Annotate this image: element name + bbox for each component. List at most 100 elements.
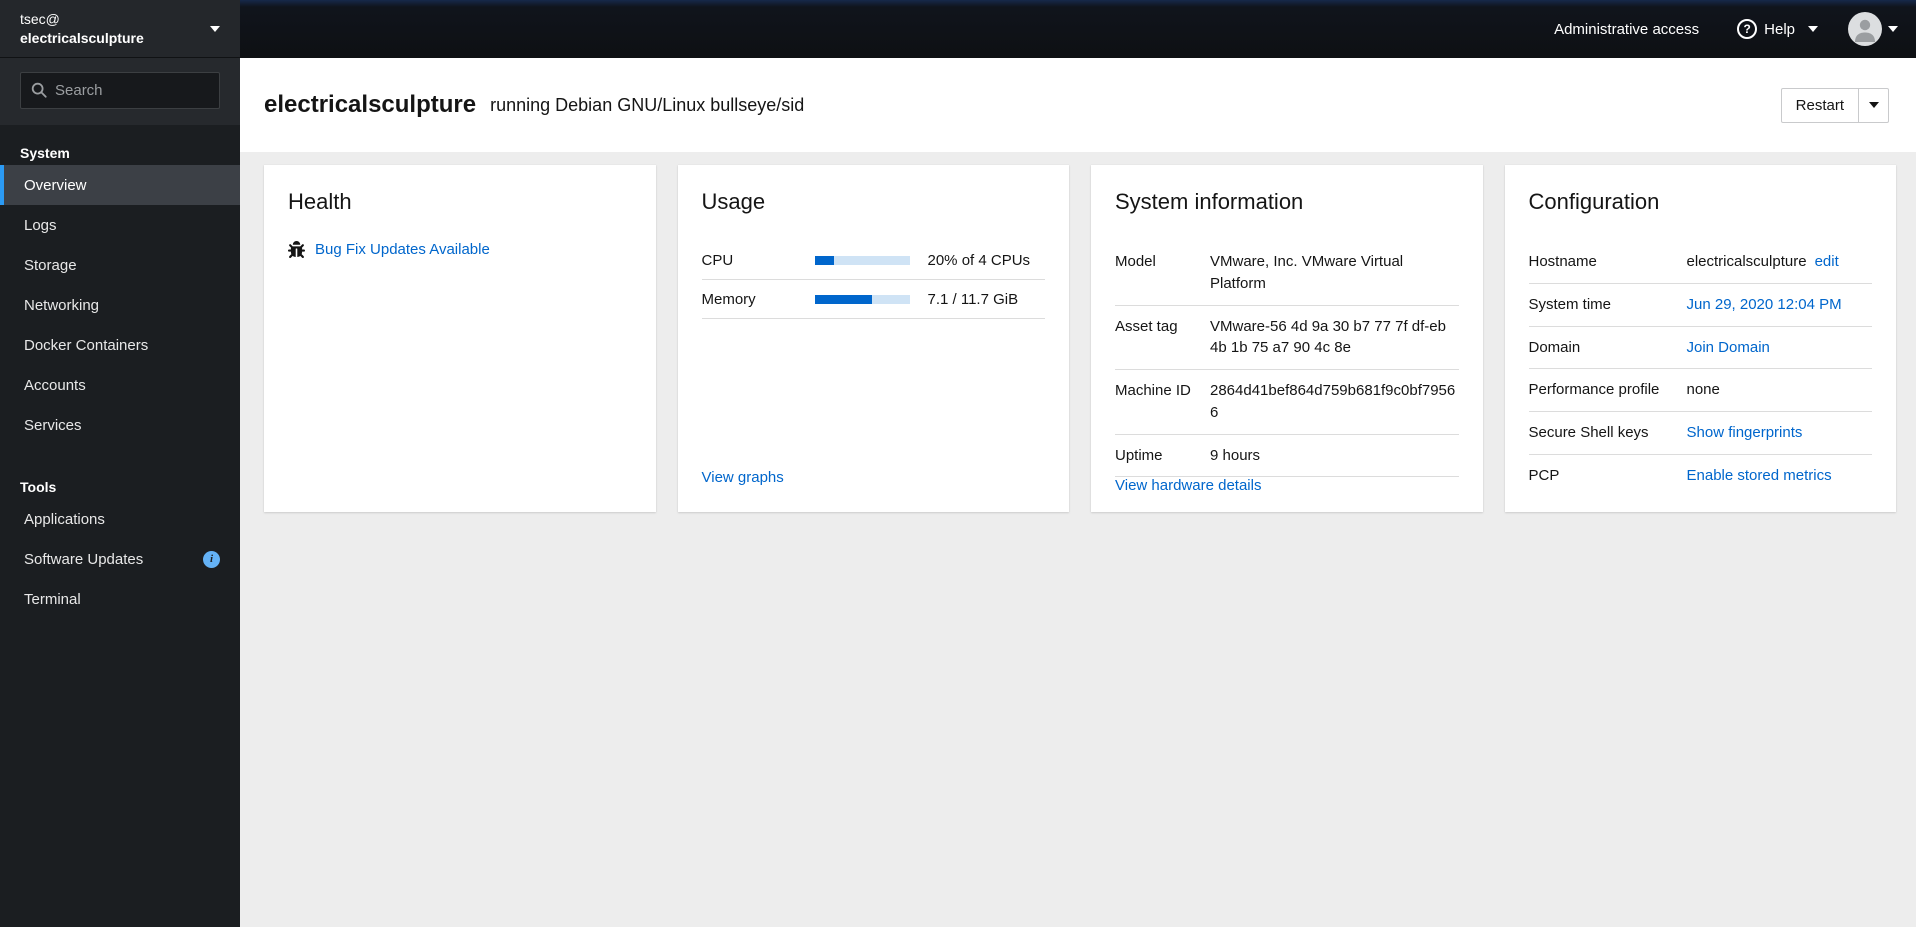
cpu-progress-bar <box>814 255 910 265</box>
view-graphs-link[interactable]: View graphs <box>702 469 784 486</box>
system-information-card: System information Model VMware, Inc. VM… <box>1091 165 1483 512</box>
model-label: Model <box>1115 253 1156 270</box>
masthead: Administrative access ? Help <box>240 0 1916 58</box>
model-value: VMware, Inc. VMware Virtual Platform <box>1210 253 1404 292</box>
sidebar-item-label: Overview <box>24 176 87 194</box>
system-time-link[interactable]: Jun 29, 2020 12:04 PM <box>1687 296 1842 313</box>
memory-usage-row: Memory 7.1 / 11.7 GiB <box>701 280 1045 319</box>
host-switcher-host: electricalsculpture <box>20 29 144 46</box>
bug-fix-updates-link[interactable]: Bug Fix Updates Available <box>315 241 490 258</box>
sidebar-item-label: Applications <box>24 510 105 528</box>
sidebar-item-label: Docker Containers <box>24 336 149 354</box>
usage-card: Usage CPU 20% of 4 CPUs Memory 7.1 / 11.… <box>677 165 1069 512</box>
system-time-label: System time <box>1528 295 1612 313</box>
memory-usage-value: 7.1 / 11.7 GiB <box>927 290 1019 308</box>
performance-profile-label: Performance profile <box>1528 381 1660 399</box>
secure-shell-keys-row: Secure Shell keys Show fingerprints <box>1528 412 1872 455</box>
nav-heading-tools: Tools <box>20 479 57 495</box>
sidebar-item-docker-containers[interactable]: Docker Containers <box>0 325 240 365</box>
nav-section-system: System Overview Logs Storage Networking … <box>0 139 240 445</box>
card-title: Configuration <box>1528 189 1660 214</box>
restart-button[interactable]: Restart <box>1782 89 1858 122</box>
help-icon: ? <box>1737 19 1758 39</box>
card-title: Usage <box>701 189 766 214</box>
search-icon <box>31 82 47 98</box>
user-menu[interactable] <box>1848 12 1898 46</box>
administrative-access-button[interactable]: Administrative access <box>1544 15 1709 44</box>
sidebar-item-label: Logs <box>24 216 57 234</box>
machine-id-row: Machine ID 2864d41bef864d759b681f9c0bf79… <box>1115 370 1459 435</box>
sidebar-item-software-updates[interactable]: Software Updates i <box>0 539 240 579</box>
chevron-down-icon <box>1808 26 1818 32</box>
sidebar-item-terminal[interactable]: Terminal <box>0 579 240 619</box>
sidebar-item-services[interactable]: Services <box>0 405 240 445</box>
asset-tag-value: VMware-56 4d 9a 30 b7 77 7f df-eb 4b 1b … <box>1210 317 1446 357</box>
chevron-down-icon <box>210 25 220 32</box>
sidebar-item-label: Storage <box>24 256 77 274</box>
domain-label: Domain <box>1528 338 1581 356</box>
configuration-card: Configuration Hostname electricalsculptu… <box>1504 165 1896 512</box>
search-input[interactable] <box>20 72 220 109</box>
sidebar-item-label: Software Updates <box>24 550 144 568</box>
nav-section-tools: Tools Applications Software Updates i Te… <box>0 473 240 619</box>
pcp-label: PCP <box>1528 466 1560 484</box>
uptime-value: 9 hours <box>1210 446 1261 464</box>
restart-split-button: Restart <box>1780 87 1889 123</box>
domain-row: Domain Join Domain <box>1528 327 1872 370</box>
os-subtitle: running Debian GNU/Linux bullseye/sid <box>490 94 805 115</box>
system-time-row: System time Jun 29, 2020 12:04 PM <box>1528 284 1872 327</box>
health-card: Health Bug Fix Updates Available <box>264 165 656 512</box>
hostname-row: Hostname electricalsculpture edit <box>1528 241 1872 284</box>
cpu-usage-row: CPU 20% of 4 CPUs <box>701 241 1045 280</box>
host-switcher[interactable]: tsec@ electricalsculpture <box>0 0 240 58</box>
user-silhouette-icon <box>1855 19 1875 42</box>
pcp-row: PCP Enable stored metrics <box>1529 455 1873 497</box>
asset-tag-label: Asset tag <box>1115 317 1178 335</box>
card-title: System information <box>1115 189 1304 214</box>
chevron-down-icon <box>1888 26 1898 32</box>
sidebar-item-networking[interactable]: Networking <box>0 285 240 325</box>
memory-progress-bar <box>814 294 910 304</box>
restart-dropdown-toggle[interactable] <box>1858 88 1888 122</box>
sidebar-item-label: Services <box>24 416 82 434</box>
sidebar: tsec@ electricalsculpture System Overvie… <box>0 0 240 927</box>
memory-label: Memory <box>701 290 756 308</box>
cpu-usage-value: 20% of 4 CPUs <box>927 251 1031 269</box>
sidebar-item-logs[interactable]: Logs <box>0 205 240 245</box>
sidebar-item-label: Terminal <box>24 590 81 608</box>
uptime-row: Uptime 9 hours <box>1115 435 1459 478</box>
model-row: Model VMware, Inc. VMware Virtual Platfo… <box>1115 241 1459 306</box>
card-title: Health <box>288 189 352 214</box>
nav-heading-system: System <box>20 145 70 161</box>
overview-content: Health Bug Fix Updates Available Usage C… <box>240 152 1916 927</box>
machine-id-value: 2864d41bef864d759b681f9c0bf79566 <box>1210 382 1456 421</box>
performance-profile-row: Performance profile none <box>1528 369 1872 412</box>
asset-tag-row: Asset tag VMware-56 4d 9a 30 b7 77 7f df… <box>1115 306 1459 370</box>
join-domain-link[interactable]: Join Domain <box>1687 339 1770 356</box>
page-title: electricalsculpture <box>264 91 477 118</box>
avatar <box>1848 12 1882 46</box>
hostname-label: Hostname <box>1528 253 1597 270</box>
secure-shell-keys-label: Secure Shell keys <box>1528 424 1649 441</box>
performance-profile-value: none <box>1686 381 1720 399</box>
sidebar-item-label: Accounts <box>24 376 86 394</box>
help-label: Help <box>1764 20 1795 38</box>
bug-icon <box>288 241 305 258</box>
host-switcher-user: tsec@ <box>20 10 60 27</box>
sidebar-item-label: Networking <box>24 296 100 314</box>
help-menu[interactable]: ? Help <box>1737 19 1818 39</box>
sidebar-item-accounts[interactable]: Accounts <box>0 365 240 405</box>
uptime-label: Uptime <box>1115 446 1163 464</box>
machine-id-label: Machine ID <box>1115 382 1191 399</box>
chevron-down-icon <box>1868 102 1879 108</box>
cpu-label: CPU <box>701 251 734 269</box>
sidebar-item-storage[interactable]: Storage <box>0 245 240 285</box>
sidebar-item-applications[interactable]: Applications <box>0 499 240 539</box>
edit-hostname-link[interactable]: edit <box>1815 253 1839 270</box>
view-hardware-details-link[interactable]: View hardware details <box>1115 477 1261 494</box>
enable-stored-metrics-link[interactable]: Enable stored metrics <box>1687 467 1832 484</box>
hostname-value: electricalsculpture <box>1686 253 1807 270</box>
show-fingerprints-link[interactable]: Show fingerprints <box>1687 424 1803 441</box>
page-header: electricalsculpture running Debian GNU/L… <box>240 58 1916 152</box>
sidebar-item-overview[interactable]: Overview <box>0 165 240 205</box>
